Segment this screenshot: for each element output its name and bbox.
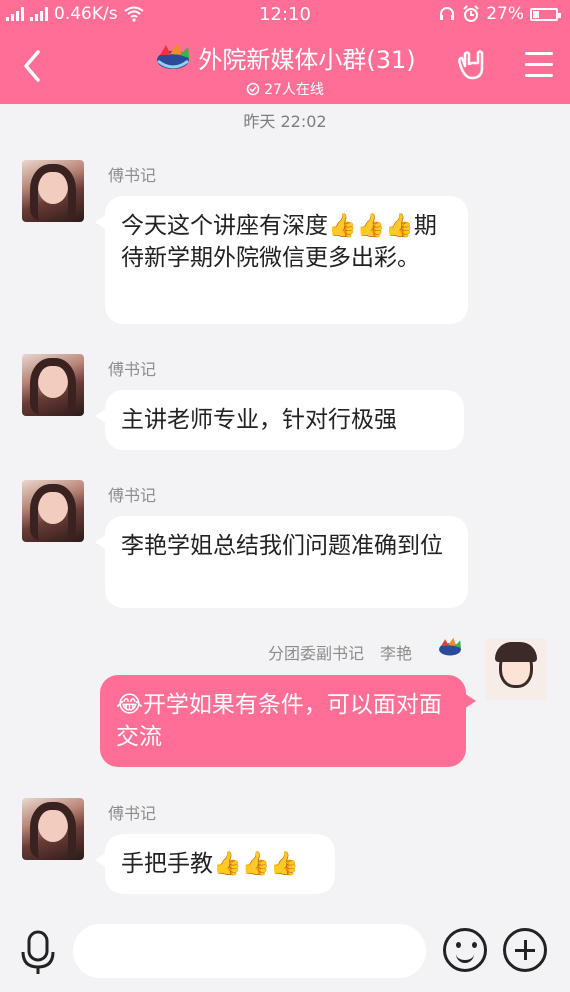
microphone-icon[interactable] — [18, 930, 58, 976]
status-bar: 0.46K/s 12:10 27% — [0, 0, 570, 30]
message-bubble[interactable]: 主讲老师专业，针对行极强 — [95, 390, 464, 450]
battery-percent: 27% — [486, 4, 524, 24]
battery-icon — [530, 7, 561, 21]
online-check-icon — [246, 82, 260, 95]
top-bar: 0.46K/s 12:10 27% 外院新媒体小群(31) 27人在线 — [0, 0, 570, 104]
group-logo-icon — [439, 637, 461, 656]
message-input[interactable] — [73, 924, 426, 978]
plus-icon[interactable] — [503, 928, 547, 972]
chat-timestamp: 昨天 22:02 — [243, 112, 327, 131]
menu-icon[interactable] — [525, 52, 553, 78]
message-bubble[interactable]: 今天这个讲座有深度👍👍👍期待新学期外院微信更多出彩。 — [95, 196, 468, 324]
avatar[interactable] — [22, 354, 84, 416]
sender-name: 傅书记 — [108, 486, 157, 505]
sender-name: 分团委副书记 李艳 — [268, 644, 413, 663]
avatar[interactable] — [22, 160, 84, 222]
sender-name: 傅书记 — [108, 360, 157, 379]
headset-icon — [440, 7, 455, 20]
sender-name: 傅书记 — [108, 166, 157, 185]
input-bar — [0, 904, 570, 992]
online-count: 27人在线 — [264, 81, 324, 98]
group-logo-icon — [157, 42, 190, 69]
avatar[interactable] — [22, 480, 84, 542]
rock-hand-icon[interactable] — [456, 50, 488, 80]
message-bubble[interactable]: 😂开学如果有条件，可以面对面交流 — [100, 675, 476, 767]
sender-name: 傅书记 — [108, 804, 157, 823]
avatar[interactable] — [22, 798, 84, 860]
message-bubble[interactable]: 手把手教👍👍👍 — [95, 834, 335, 894]
message-bubble[interactable]: 李艳学姐总结我们问题准确到位 — [95, 516, 468, 608]
avatar[interactable] — [485, 638, 547, 700]
emoji-icon[interactable] — [443, 928, 487, 972]
page-title: 外院新媒体小群(31) — [198, 46, 416, 74]
alarm-icon — [463, 5, 479, 22]
